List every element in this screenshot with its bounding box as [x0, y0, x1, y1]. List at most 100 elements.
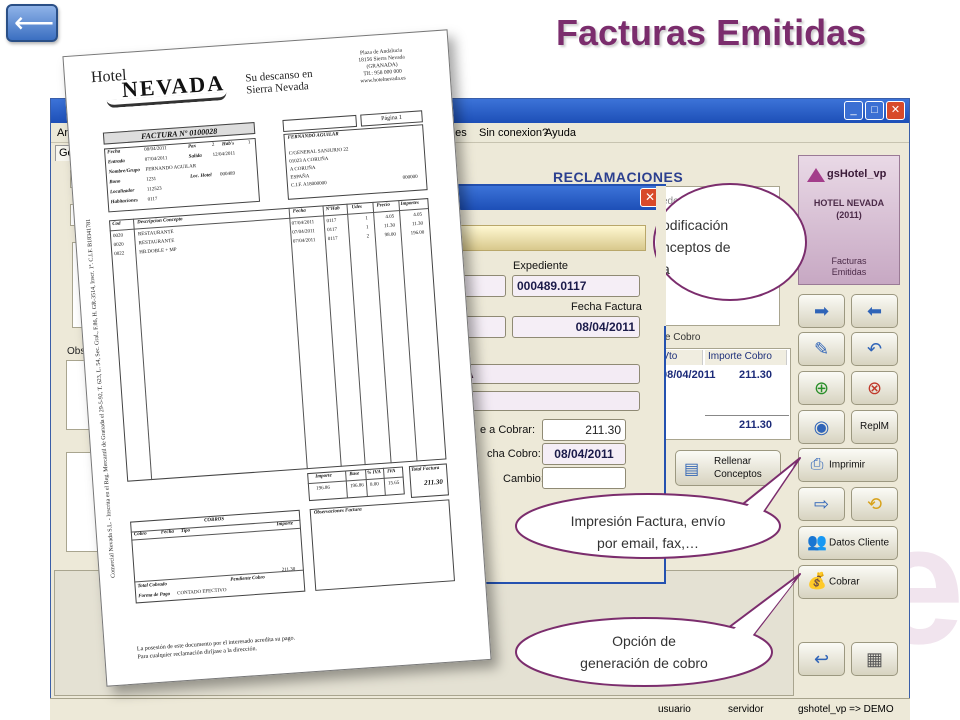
previous-button[interactable]: ⬅	[851, 294, 898, 328]
document-undo-icon: ↶	[866, 339, 883, 359]
maximize-button[interactable]: □	[865, 101, 884, 120]
cobros-panel: os de Cobro a Vto Importe Cobro 08/04/20…	[646, 332, 791, 442]
edit-button[interactable]: ✎	[798, 332, 845, 366]
replm-button[interactable]: ReplM	[851, 410, 898, 444]
a-cobrar-field[interactable]: 211.30	[542, 419, 626, 441]
invoice-client-code: 000000	[402, 174, 418, 181]
invoice-hdr-value: 1231	[146, 176, 157, 183]
invoice-totals-header: % IVA	[367, 470, 382, 476]
money-bag-icon: 💰	[807, 573, 827, 590]
close-window-button[interactable]: ✕	[886, 101, 905, 120]
document-arrow-icon: ⇨	[813, 494, 830, 514]
invoice-totals-value: 196.86	[316, 485, 331, 492]
folder-refresh-icon: ⟲	[866, 494, 883, 514]
callout-modificacion-line2: nceptos de	[662, 239, 731, 255]
invoice-line-cell: 1	[365, 216, 369, 222]
invoice-line-cell: 11.30	[411, 221, 424, 228]
logo-section-line2: Emitidas	[831, 267, 867, 277]
invoice-hdr-value: 000489	[219, 171, 236, 178]
invoice-hdr-value: 2	[211, 142, 215, 149]
undo-document-button[interactable]: ↶	[851, 332, 898, 366]
fecha-factura-label: Fecha Factura	[571, 301, 642, 313]
invoice-line-cell: 196.00	[410, 230, 425, 237]
invoice-hdr-value: 0117	[147, 196, 158, 203]
dialog-cliente-row[interactable]: A	[460, 364, 640, 384]
invoice-line-cell: 4.05	[385, 214, 395, 221]
arrow-left-icon: ⬅	[866, 301, 883, 321]
cobros-col-importe: Importe Cobro	[705, 350, 787, 365]
add-record-button[interactable]: ⊕	[798, 371, 845, 405]
invoice-totals-value: 8.00	[369, 482, 380, 488]
export-button[interactable]: ◉	[798, 410, 845, 444]
cards-button[interactable]: ▦	[851, 642, 898, 676]
callout-modificacion: odificación nceptos de a	[662, 214, 731, 280]
callout-modificacion-line3: a	[662, 258, 731, 280]
status-bar: usuario servidor gshotel_vp => DEMO	[50, 698, 910, 720]
arrow-left-icon: ⟵	[14, 7, 55, 38]
invoice-hdr-label: Bono	[109, 179, 121, 186]
invoice-lines-header: Fecha	[292, 208, 307, 215]
logo-section-line1: Facturas	[831, 256, 867, 266]
minimize-button[interactable]: _	[844, 101, 863, 120]
imprimir-button[interactable]: ⎙ Imprimir	[798, 448, 898, 482]
invoice-hdr-value: 1	[247, 140, 251, 146]
dialog-field-left-1[interactable]	[460, 275, 506, 297]
invoice-line-cell: 11.30	[383, 223, 396, 230]
invoice-totals-value: 15.65	[387, 480, 400, 487]
invoice-line-cell: 98.00	[384, 232, 397, 239]
document-globe-icon: ◉	[813, 417, 830, 437]
invoice-pendiente-value: 211.30	[281, 567, 296, 574]
cards-icon: ▦	[865, 649, 883, 669]
callout-modificacion-line1: odificación	[662, 217, 729, 233]
datos-cliente-button[interactable]: 👥 Datos Cliente	[798, 526, 898, 560]
callout-cobro: Opción de generación de cobro	[516, 630, 772, 674]
invoice-cobros-col: Fecha	[160, 529, 175, 536]
delete-record-button[interactable]: ⊗	[851, 371, 898, 405]
invoice-line-cell: 0020	[112, 233, 124, 240]
cobros-total: 211.30	[739, 419, 773, 431]
logo-brand: gsHotel_vp	[827, 168, 887, 180]
database-add-icon: ⊕	[813, 378, 830, 398]
invoice-lines-header: Udes	[351, 204, 363, 211]
invoice-line-cell: 1	[365, 225, 369, 231]
invoice-hdr-label: Pax	[187, 144, 197, 150]
pen-icon: ✎	[813, 339, 830, 359]
a-cobrar-label: e a Cobrar:	[480, 424, 536, 436]
imprimir-label: Imprimir	[829, 459, 866, 471]
callout-cobro-line2: generación de cobro	[580, 655, 708, 671]
datos-cliente-label: Datos Cliente	[829, 537, 890, 549]
users-icon: 👥	[807, 534, 827, 551]
invoice-footer: La posesión de este documento por el int…	[137, 634, 296, 661]
invoice-lines-header: Precio	[376, 202, 391, 209]
invoice-line-cell: 2	[366, 234, 370, 240]
invoice-totals-value: 196.86	[349, 483, 365, 490]
slide-title: Facturas Emitidas	[556, 12, 867, 53]
dialog-cliente-row-2[interactable]	[460, 391, 640, 411]
expediente-field[interactable]: 000489.0117	[512, 275, 640, 297]
menu-item-sin-conexion[interactable]: Sin conexion?	[479, 127, 548, 139]
invoice-line-cell: 0117	[327, 227, 338, 234]
invoice-totals-header: Base	[349, 471, 360, 478]
callout-impresion-line1: Impresión Factura, envío	[570, 513, 726, 529]
back-button[interactable]: ⟵	[6, 4, 58, 42]
callout-impresion-line2: por email, fax,…	[597, 535, 699, 551]
invoice-address: Plaza de Andalucia 18156 Sierra Nevada (…	[358, 47, 407, 85]
status-servidor: servidor	[728, 704, 764, 715]
invoice-line-cell: 0022	[114, 251, 125, 258]
refresh-folder-button[interactable]: ⟲	[851, 487, 898, 521]
cobrar-button[interactable]: 💰 Cobrar	[798, 565, 898, 599]
status-usuario: usuario	[658, 704, 691, 715]
cobros-row-amount: 211.30	[739, 369, 773, 381]
cobros-table[interactable]: a Vto Importe Cobro 08/04/2011 211.30 21…	[646, 348, 791, 440]
menu-item-ayuda[interactable]: Ayuda	[545, 127, 576, 139]
expediente-label: Expediente	[513, 260, 569, 272]
callout-impresion: Impresión Factura, envío por email, fax,…	[520, 510, 776, 554]
invoice-cobros-col: Cobro	[133, 531, 147, 538]
invoice-line-cell: 0117	[326, 218, 337, 225]
invoice-line-cell: 0117	[327, 236, 338, 243]
invoice-cobros-col: Tipo	[180, 528, 191, 535]
invoice-hdr-label: Fecha	[107, 149, 121, 156]
fecha-factura-field[interactable]: 08/04/2011	[512, 316, 640, 338]
cobros-row-date: 08/04/2011	[661, 369, 716, 381]
invoice-total-value: 211.30	[423, 477, 444, 488]
